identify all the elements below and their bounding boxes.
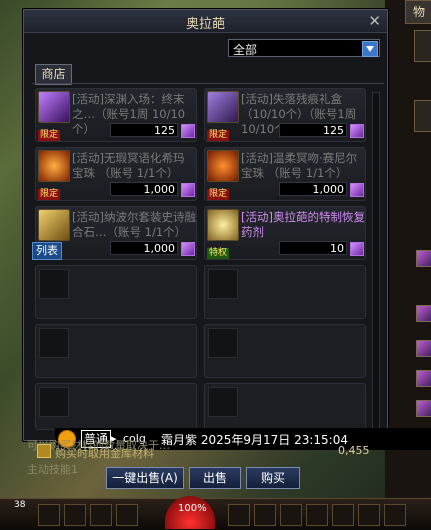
- limited-badge: 限定: [38, 189, 61, 200]
- shop-window: 奥拉葩 ✕ 全部 商店 限定 [活动]深渊入场：终末之…（账号1周 10/10个…: [23, 9, 388, 441]
- chat-text: 霜月紫 2025年9月17日 23:15:04: [161, 433, 348, 447]
- close-icon[interactable]: ✕: [368, 12, 381, 30]
- currency-icon: [350, 124, 364, 138]
- chevron-down-icon[interactable]: [362, 41, 378, 57]
- hotbar-slot[interactable]: [306, 504, 328, 526]
- buy-button[interactable]: 购买: [246, 467, 300, 489]
- checkbox-label: 购买时取用金库材料: [55, 447, 154, 460]
- empty-icon-slot: [208, 328, 238, 358]
- item-price: 1,000: [110, 182, 178, 196]
- empty-icon-slot: [208, 387, 238, 417]
- item-name: [活动]纳波尔套装史诗融合石…（账号 1/1个）: [72, 210, 196, 239]
- side-slot[interactable]: [414, 30, 431, 62]
- empty-slot: [35, 383, 197, 430]
- scrollbar[interactable]: [372, 92, 380, 432]
- hotbar-slot[interactable]: [116, 504, 138, 526]
- item-icon: [207, 209, 239, 241]
- sell-button[interactable]: 出售: [189, 467, 241, 489]
- hotbar-slot[interactable]: [90, 504, 112, 526]
- limited-badge: 限定: [38, 130, 61, 141]
- shop-item[interactable]: 限定 [活动]温柔冥吻·赛尼尔 宝珠 （账号 1/1个） 1,000: [204, 147, 366, 201]
- empty-slot: [35, 324, 197, 378]
- item-icon: [38, 209, 70, 241]
- side-tab[interactable]: 物: [405, 0, 431, 24]
- hotbar-slot[interactable]: [280, 504, 302, 526]
- side-item-icon[interactable]: [416, 400, 431, 417]
- hp-percent: 100%: [178, 503, 207, 514]
- dropdown-value: 全部: [233, 43, 258, 57]
- empty-icon-slot: [39, 328, 69, 358]
- item-price: 125: [110, 123, 178, 137]
- hotbar-slot[interactable]: [384, 504, 406, 526]
- item-price: 10: [279, 241, 347, 255]
- item-name: [活动]温柔冥吻·赛尼尔 宝珠 （账号 1/1个）: [241, 151, 358, 180]
- empty-slot: [35, 265, 197, 319]
- item-price: 125: [279, 123, 347, 137]
- privilege-badge: 特权: [207, 248, 230, 259]
- item-icon: [207, 150, 239, 182]
- side-item-icon[interactable]: [416, 305, 431, 322]
- hotbar-slot[interactable]: [228, 504, 250, 526]
- level-badge: 38: [14, 500, 26, 510]
- checkbox-use-vault[interactable]: [37, 444, 51, 458]
- hotbar-slot[interactable]: [38, 504, 60, 526]
- gold-amount: 0,455: [338, 444, 370, 457]
- limited-badge: 限定: [207, 130, 230, 141]
- currency-icon: [181, 124, 195, 138]
- item-price: 1,000: [279, 182, 347, 196]
- shop-item[interactable]: 限定 [活动]失落残痕礼盒（10/10个）（账号1周 10/10个） 125: [204, 88, 366, 142]
- side-slot[interactable]: [414, 100, 431, 132]
- empty-icon-slot: [39, 269, 69, 299]
- empty-slot: [204, 383, 366, 430]
- hotbar-slot[interactable]: [64, 504, 86, 526]
- empty-icon-slot: [39, 387, 69, 417]
- hotbar-slot[interactable]: [358, 504, 380, 526]
- shop-item[interactable]: 限定 [活动]深渊入场：终末之…（账号1周 10/10个） 125: [35, 88, 197, 142]
- skill-text: 主动技能1: [27, 463, 78, 476]
- shop-item[interactable]: 限定 [活动]无瑕冥语化希玛 宝珠 （账号 1/1个） 1,000: [35, 147, 197, 201]
- quick-sell-button[interactable]: 一键出售(A): [106, 467, 184, 489]
- side-item-icon[interactable]: [416, 340, 431, 357]
- empty-slot: [204, 324, 366, 378]
- category-dropdown[interactable]: 全部: [228, 39, 380, 57]
- side-item-icon[interactable]: [416, 250, 431, 267]
- side-item-icon[interactable]: [416, 370, 431, 387]
- empty-slot: [204, 265, 366, 319]
- hotbar-slot[interactable]: [254, 504, 276, 526]
- item-icon: [38, 150, 70, 182]
- list-button[interactable]: 列表: [32, 242, 62, 260]
- window-titlebar[interactable]: 奥拉葩 ✕: [24, 10, 387, 33]
- limited-badge: 限定: [207, 189, 230, 200]
- tab-shop[interactable]: 商店: [35, 64, 72, 85]
- empty-icon-slot: [208, 269, 238, 299]
- currency-icon: [350, 242, 364, 256]
- hotbar-slot[interactable]: [332, 504, 354, 526]
- shop-item[interactable]: 特权 [活动]奥拉葩的特制恢复药剂 10: [204, 206, 366, 260]
- currency-icon: [181, 242, 195, 256]
- item-price: 1,000: [110, 241, 178, 255]
- item-name: [活动]无瑕冥语化希玛 宝珠 （账号 1/1个）: [72, 151, 185, 180]
- window-title: 奥拉葩: [185, 17, 225, 32]
- currency-icon: [181, 183, 195, 197]
- item-icon: [207, 91, 239, 123]
- item-icon: [38, 91, 70, 123]
- currency-icon: [350, 183, 364, 197]
- item-name: [活动]奥拉葩的特制恢复药剂: [241, 210, 365, 239]
